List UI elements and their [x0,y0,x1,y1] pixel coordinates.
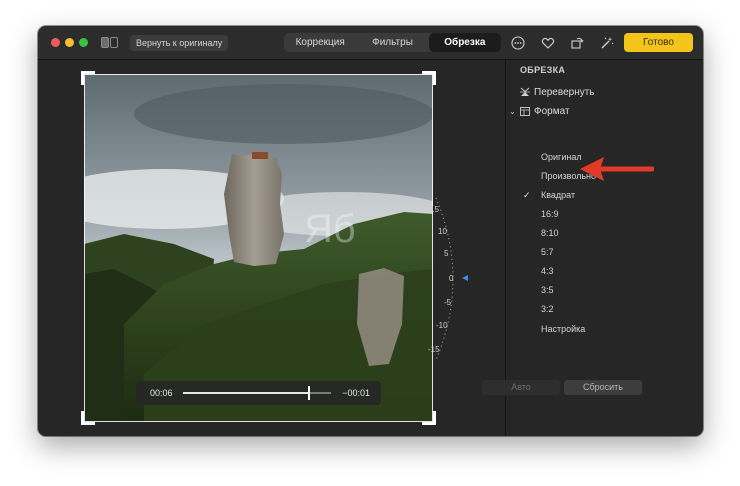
format-option-original[interactable]: Оригинал [541,152,582,162]
dial-label-minus15: -15 [428,345,440,354]
annotation-arrow [580,157,654,181]
format-section-header[interactable]: ⌄ Формат [509,104,570,118]
toolbar: Вернуть к оригиналу Коррекция Фильтры Об… [38,26,703,60]
sidebar-toggle-icon[interactable] [101,37,118,48]
tab-filters[interactable]: Фильтры [356,33,428,52]
crop-handle-bottom-right[interactable] [422,411,436,425]
crop-handle-bottom-left[interactable] [81,411,95,425]
photos-edit-window: Вернуть к оригиналу Коррекция Фильтры Об… [38,26,703,436]
auto-button[interactable]: Авто [482,380,560,395]
photo-image[interactable]: Яб [84,74,433,422]
tab-crop[interactable]: Обрезка [428,33,501,52]
tab-adjust[interactable]: Коррекция [284,33,356,52]
elapsed-time: 00:06 [150,388,173,398]
straighten-dial[interactable]: 15 10 5 0 -5 -10 -15 [418,194,478,364]
edit-mode-segmented-control: Коррекция Фильтры Обрезка [284,33,501,52]
dial-label-minus10: -10 [436,321,448,330]
video-progress-fill [183,392,309,394]
dial-label-5: 5 [444,249,449,258]
magic-wand-icon[interactable] [599,35,615,51]
dial-label-0: 0 [449,274,454,283]
flip-button[interactable]: Перевернуть [520,85,595,99]
dial-label-minus5: -5 [444,298,452,307]
format-label: Формат [534,105,570,117]
done-button[interactable]: Готово [624,33,693,52]
revert-to-original-button[interactable]: Вернуть к оригиналу [130,35,229,51]
format-option-5-7[interactable]: 5:7 [541,247,554,257]
reset-button[interactable]: Сбросить [564,380,642,395]
format-option-3-2[interactable]: 3:2 [541,304,554,314]
checkmark-icon: ✓ [523,190,531,200]
video-track[interactable] [183,386,331,400]
format-option-custom[interactable]: Настройка [541,324,585,334]
remaining-time: −00:01 [342,388,370,398]
format-option-square[interactable]: Квадрат [541,190,575,200]
rotate-icon[interactable] [569,35,585,51]
format-option-3-5[interactable]: 3:5 [541,285,554,295]
maximize-window-button[interactable] [79,38,88,47]
flip-label: Перевернуть [534,86,595,98]
minimize-window-button[interactable] [65,38,74,47]
video-scrubber: 00:06 −00:01 [136,381,381,405]
format-option-16-9[interactable]: 16:9 [541,209,559,219]
more-icon[interactable] [510,35,526,51]
photo-canvas: Яб 00:06 −00:01 15 10 5 0 -5 -10 -15 [38,60,505,436]
format-option-4-3[interactable]: 4:3 [541,266,554,276]
crop-handle-top-left[interactable] [81,71,95,85]
chevron-down-icon: ⌄ [509,106,516,116]
format-option-8-10[interactable]: 8:10 [541,228,559,238]
dial-label-10: 10 [438,227,447,236]
format-icon [520,106,530,116]
panel-title: ОБРЕЗКА [520,65,566,75]
close-window-button[interactable] [51,38,60,47]
dial-label-15: 15 [430,205,439,214]
video-playhead[interactable] [307,386,310,400]
flip-icon [520,87,530,97]
dial-pointer-icon [462,275,468,281]
crop-handle-top-right[interactable] [422,71,436,85]
svg-text:Яб: Яб [304,207,356,251]
heart-icon[interactable] [540,35,556,51]
